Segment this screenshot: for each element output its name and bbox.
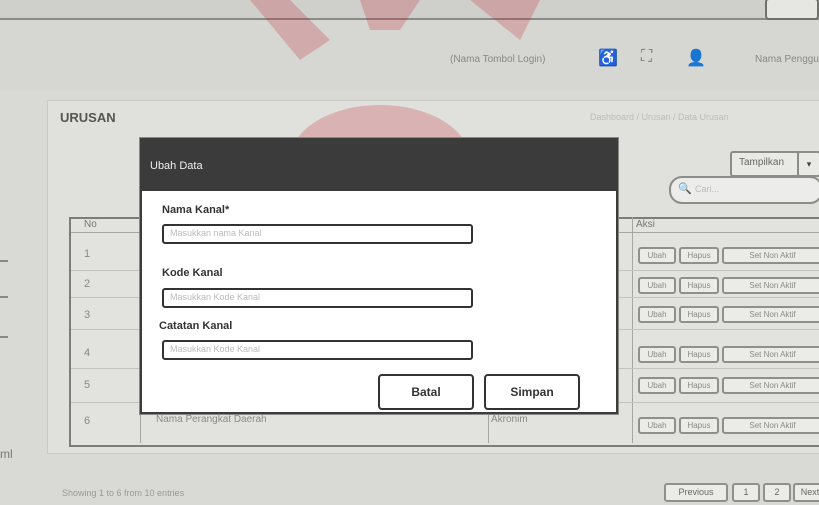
deactivate-button[interactable]: Set Non Aktif xyxy=(722,277,819,294)
modal-header: Ubah Data xyxy=(142,140,616,191)
deactivate-button[interactable]: Set Non Aktif xyxy=(722,306,819,323)
catatan-kanal-placeholder: Masukkan Kode Kanal xyxy=(170,344,261,354)
table-row-no: 4 xyxy=(84,347,91,359)
column-header-no[interactable]: No xyxy=(84,219,97,230)
delete-button[interactable]: Hapus xyxy=(679,417,719,434)
kode-kanal-placeholder: Masukkan Kode Kanal xyxy=(170,292,261,302)
accessibility-icon[interactable]: ♿ xyxy=(598,48,618,68)
sidebar-marker xyxy=(0,336,8,344)
previous-button[interactable]: Previous xyxy=(664,483,728,502)
column-divider xyxy=(632,217,633,443)
page-2-button[interactable]: 2 xyxy=(763,483,791,502)
filter-value: Tampilkan xyxy=(739,157,785,168)
table-cell-category: Akronim xyxy=(491,414,528,425)
logout-link[interactable]: (Nama Tombol Login) xyxy=(450,54,545,65)
delete-button[interactable]: Hapus xyxy=(679,346,719,363)
deactivate-button[interactable]: Set Non Aktif xyxy=(722,417,819,434)
user-icon[interactable]: 👤 xyxy=(686,48,706,68)
kode-kanal-input[interactable]: Masukkan Kode Kanal xyxy=(162,288,473,308)
deactivate-button[interactable]: Set Non Aktif xyxy=(722,247,819,264)
edit-button[interactable]: Ubah xyxy=(638,277,676,294)
table-cell-name: Nama Perangkat Daerah xyxy=(156,414,267,425)
edit-button[interactable]: Ubah xyxy=(638,377,676,394)
table-row-no: 1 xyxy=(84,248,91,260)
delete-button[interactable]: Hapus xyxy=(679,247,719,264)
deactivate-button[interactable]: Set Non Aktif xyxy=(722,346,819,363)
deactivate-button[interactable]: Set Non Aktif xyxy=(722,377,819,394)
table-info: Showing 1 to 6 from 10 entries xyxy=(62,488,185,498)
table-row-no: 6 xyxy=(84,415,91,427)
field-label-kode-kanal: Kode Kanal xyxy=(162,267,223,279)
page-title: URUSAN xyxy=(60,110,116,125)
search-icon: 🔍 xyxy=(678,183,692,195)
table-row-no: 2 xyxy=(84,278,91,290)
field-label-catatan-kanal: Catatan Kanal xyxy=(159,320,233,332)
delete-button[interactable]: Hapus xyxy=(679,277,719,294)
edit-button[interactable]: Ubah xyxy=(638,346,676,363)
breadcrumb: Dashboard / Urusan / Data Urusan xyxy=(590,112,729,122)
cancel-button[interactable]: Batal xyxy=(378,374,474,410)
fullscreen-icon[interactable]: ⛶ xyxy=(641,48,652,66)
next-button[interactable]: Next xyxy=(793,483,819,502)
delete-button[interactable]: Hapus xyxy=(679,306,719,323)
edit-button[interactable]: Ubah xyxy=(638,306,676,323)
delete-button[interactable]: Hapus xyxy=(679,377,719,394)
nama-kanal-placeholder: Masukkan nama Kanal xyxy=(170,228,262,238)
search-placeholder: Cari... xyxy=(695,184,720,194)
column-header-aksi[interactable]: Aksi xyxy=(636,219,655,230)
filter-select[interactable]: Tampilkan xyxy=(730,151,804,177)
edit-button[interactable]: Ubah xyxy=(638,417,676,434)
sidebar-marker xyxy=(0,296,8,304)
edit-button[interactable]: Ubah xyxy=(638,247,676,264)
edit-modal: Ubah Data Nama Kanal* Masukkan nama Kana… xyxy=(140,138,618,414)
modal-title: Ubah Data xyxy=(150,160,203,172)
search-input[interactable]: 🔍 Cari... xyxy=(669,176,819,204)
table-row-no: 5 xyxy=(84,379,91,391)
chevron-down-icon[interactable]: ▾ xyxy=(797,151,819,177)
sidebar-fragment: ml xyxy=(0,447,13,461)
save-button[interactable]: Simpan xyxy=(484,374,580,410)
nama-kanal-input[interactable]: Masukkan nama Kanal xyxy=(162,224,473,244)
top-bar xyxy=(0,0,819,20)
page-1-button[interactable]: 1 xyxy=(732,483,760,502)
catatan-kanal-input[interactable]: Masukkan Kode Kanal xyxy=(162,340,473,360)
field-label-nama-kanal: Nama Kanal* xyxy=(162,204,230,216)
user-name[interactable]: Nama Pengguna xyxy=(755,54,819,65)
sidebar-marker xyxy=(0,260,8,268)
table-row-no: 3 xyxy=(84,309,91,321)
top-right-button[interactable] xyxy=(765,0,819,20)
